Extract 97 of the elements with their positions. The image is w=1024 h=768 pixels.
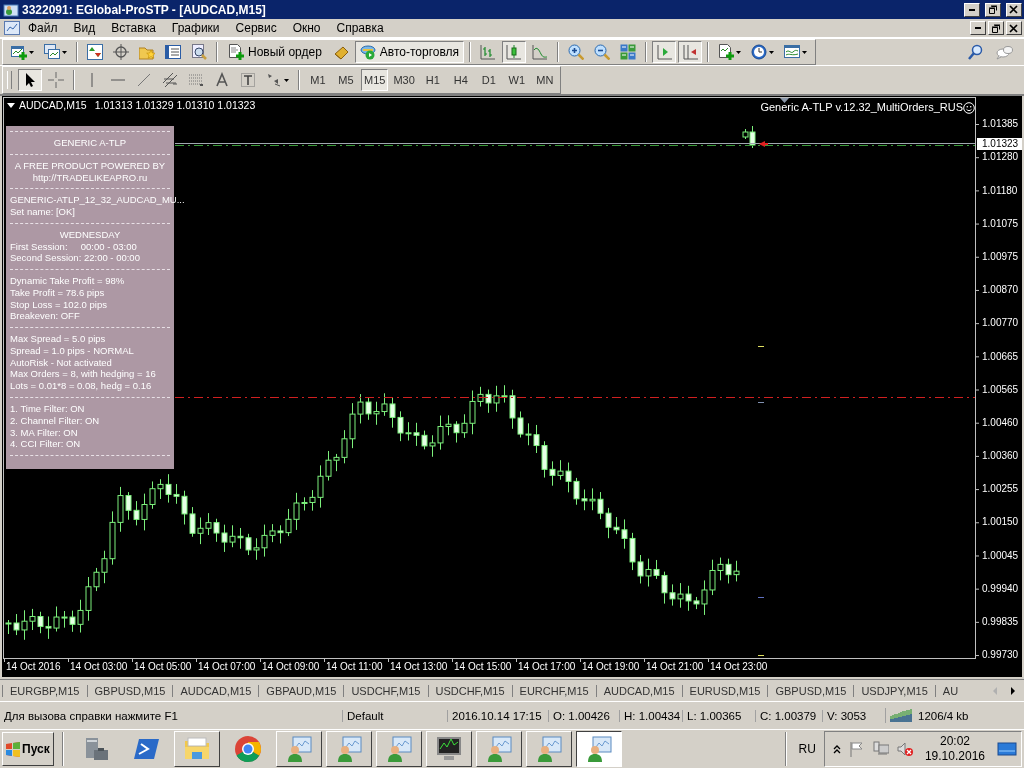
- panel-text: AutoRisk - Not activated: [10, 356, 112, 368]
- time-label: 14 Oct 13:00: [390, 661, 448, 673]
- chart-tab[interactable]: GBPUSD,M15: [767, 684, 854, 697]
- panel-text: 2. Channel Filter: ON: [10, 414, 100, 426]
- panel-text: Stop Loss = 102.0 pips: [10, 298, 107, 310]
- time-label: 14 Oct 11:00: [326, 661, 383, 673]
- period-button[interactable]: M5: [333, 69, 359, 92]
- panel-text: 1. Time Filter: ON: [10, 402, 85, 414]
- time-label: 14 Oct 09:00: [262, 661, 320, 673]
- status-profile: Default: [342, 709, 447, 722]
- chart-tab[interactable]: USDJPY,M15: [853, 684, 935, 697]
- time-label: 14 Oct 07:00: [198, 661, 256, 673]
- chart-tab[interactable]: GBPAUD,M15: [258, 684, 344, 697]
- price-label: 1.01280: [982, 151, 1019, 164]
- panel-text: A FREE PRODUCT POWERED BY: [14, 159, 166, 171]
- panel-text: WEDNESDAY: [59, 228, 121, 240]
- menu-item[interactable]: Вид: [65, 21, 104, 36]
- panel-text: Max Orders = 8, with hedging = 16: [10, 368, 156, 380]
- price-label: 1.00665: [982, 350, 1019, 363]
- time-label: 14 Oct 17:00: [518, 661, 576, 673]
- menu-item[interactable]: Справка: [328, 21, 392, 36]
- menu-item[interactable]: Графики: [163, 21, 228, 36]
- panel-text: Second Session: 22:00 - 00:00: [10, 252, 140, 264]
- status-close: C: 1.00379: [755, 709, 822, 722]
- price-label: 1.00565: [982, 383, 1019, 396]
- time-label: 14 Oct 19:00: [582, 661, 640, 673]
- price-label: 1.00870: [982, 284, 1019, 297]
- current-price-label: 1.01323: [977, 138, 1023, 151]
- panel-text: Set name: [OK]: [10, 206, 75, 218]
- chart-symbol: AUDCAD,M15: [19, 99, 87, 112]
- status-datetime: 2016.10.14 17:15: [447, 709, 548, 722]
- price-label: 1.00360: [982, 450, 1019, 463]
- panel-text: Lots = 0.01*8 = 0.08, hedg = 0.16: [10, 380, 152, 392]
- panel-text: GENERIC A-TLP: [53, 137, 127, 149]
- panel-text: Breakeven: OFF: [10, 310, 80, 322]
- period-button[interactable]: D1: [475, 69, 502, 92]
- price-label: 1.00255: [982, 483, 1019, 496]
- panel-text: First Session: 00:00 - 03:00: [10, 240, 137, 252]
- clock-date: 19.10.2016: [924, 748, 985, 764]
- panel-text: Spread = 1.0 pips - NORMAL: [10, 344, 134, 356]
- period-button[interactable]: M1: [305, 69, 331, 92]
- time-label: 14 Oct 03:00: [70, 661, 128, 673]
- chart-quotes: 1.01313 1.01329 1.01310 1.01323: [94, 99, 256, 112]
- price-label: 1.00770: [982, 317, 1019, 330]
- menu-item[interactable]: Вставка: [103, 21, 164, 36]
- period-button[interactable]: MN: [531, 69, 558, 92]
- chart-tab[interactable]: AUDCAD,M15: [595, 684, 682, 697]
- chart-tab[interactable]: USDCHF,M15: [343, 684, 428, 697]
- price-label: 0.99940: [982, 582, 1019, 595]
- price-label: 1.00975: [982, 250, 1019, 263]
- menu-item[interactable]: Файл: [20, 21, 66, 36]
- chart-tab[interactable]: EURUSD,M15: [681, 684, 768, 697]
- status-high: H: 1.00434: [619, 709, 682, 722]
- period-button[interactable]: M15: [361, 69, 389, 92]
- panel-text: 3. MA Filter: ON: [10, 426, 78, 438]
- panel-text: Dynamic Take Profit = 98%: [10, 275, 125, 286]
- price-label: 0.99835: [982, 616, 1019, 628]
- menu-item[interactable]: Сервис: [227, 21, 285, 36]
- time-label: 14 Oct 2016: [6, 661, 61, 673]
- panel-text: 4. CCI Filter: ON: [10, 438, 81, 450]
- chart-tab[interactable]: AUDCAD,M15: [172, 684, 259, 697]
- panel-text: Max Spread = 5.0 pips: [10, 333, 106, 345]
- status-traffic: 1206/4 kb: [918, 709, 969, 722]
- time-label: 14 Oct 23:00: [710, 661, 768, 673]
- price-label: 1.00045: [982, 549, 1019, 562]
- period-button[interactable]: H4: [447, 69, 474, 92]
- time-label: 14 Oct 21:00: [646, 661, 704, 673]
- time-label: 14 Oct 05:00: [134, 661, 192, 673]
- status-open: O: 1.00426: [548, 709, 619, 722]
- status-low: L: 1.00365: [682, 709, 755, 722]
- language-indicator[interactable]: RU: [794, 741, 820, 756]
- price-label: 1.01385: [982, 118, 1019, 131]
- period-button[interactable]: H1: [419, 69, 446, 92]
- status-volume: V: 3053: [822, 709, 885, 722]
- price-label: 1.01180: [982, 184, 1018, 197]
- period-button[interactable]: M30: [390, 69, 418, 92]
- chart-tab[interactable]: GBPUSD,M15: [86, 684, 173, 697]
- period-button[interactable]: W1: [503, 69, 530, 92]
- chart-tab[interactable]: EURGBP,M15: [2, 684, 87, 697]
- menu-item[interactable]: Окно: [284, 21, 329, 36]
- price-label: 1.00150: [982, 516, 1019, 529]
- status-help-text: Для вызова справки нажмите F1: [3, 709, 179, 722]
- new-order-button[interactable]: Новый ордер: [223, 41, 327, 64]
- chart-tab[interactable]: EURCHF,M15: [511, 684, 596, 697]
- start-button[interactable]: Пуск: [2, 731, 54, 766]
- panel-text: Take Profit = 78.6 pips: [10, 286, 105, 298]
- window-title: 3322091: EGlobal-ProSTP - [AUDCAD,M15]: [22, 2, 266, 17]
- time-label: 14 Oct 15:00: [454, 661, 512, 673]
- price-label: 1.01075: [982, 217, 1019, 230]
- expert-name: Generic A-TLP v.12.32_MultiOrders_RUS: [760, 101, 963, 114]
- clock-time: 20:02: [939, 733, 970, 749]
- panel-text: http://TRADELIKEAPRO.ru: [32, 171, 148, 183]
- price-label: 1.00460: [982, 416, 1019, 429]
- chart-tab[interactable]: USDCHF,M15: [427, 684, 512, 697]
- price-label: 0.99730: [982, 649, 1019, 662]
- chart-tab[interactable]: AU: [934, 684, 966, 697]
- auto-trading-button[interactable]: Авто-торговля: [354, 41, 465, 64]
